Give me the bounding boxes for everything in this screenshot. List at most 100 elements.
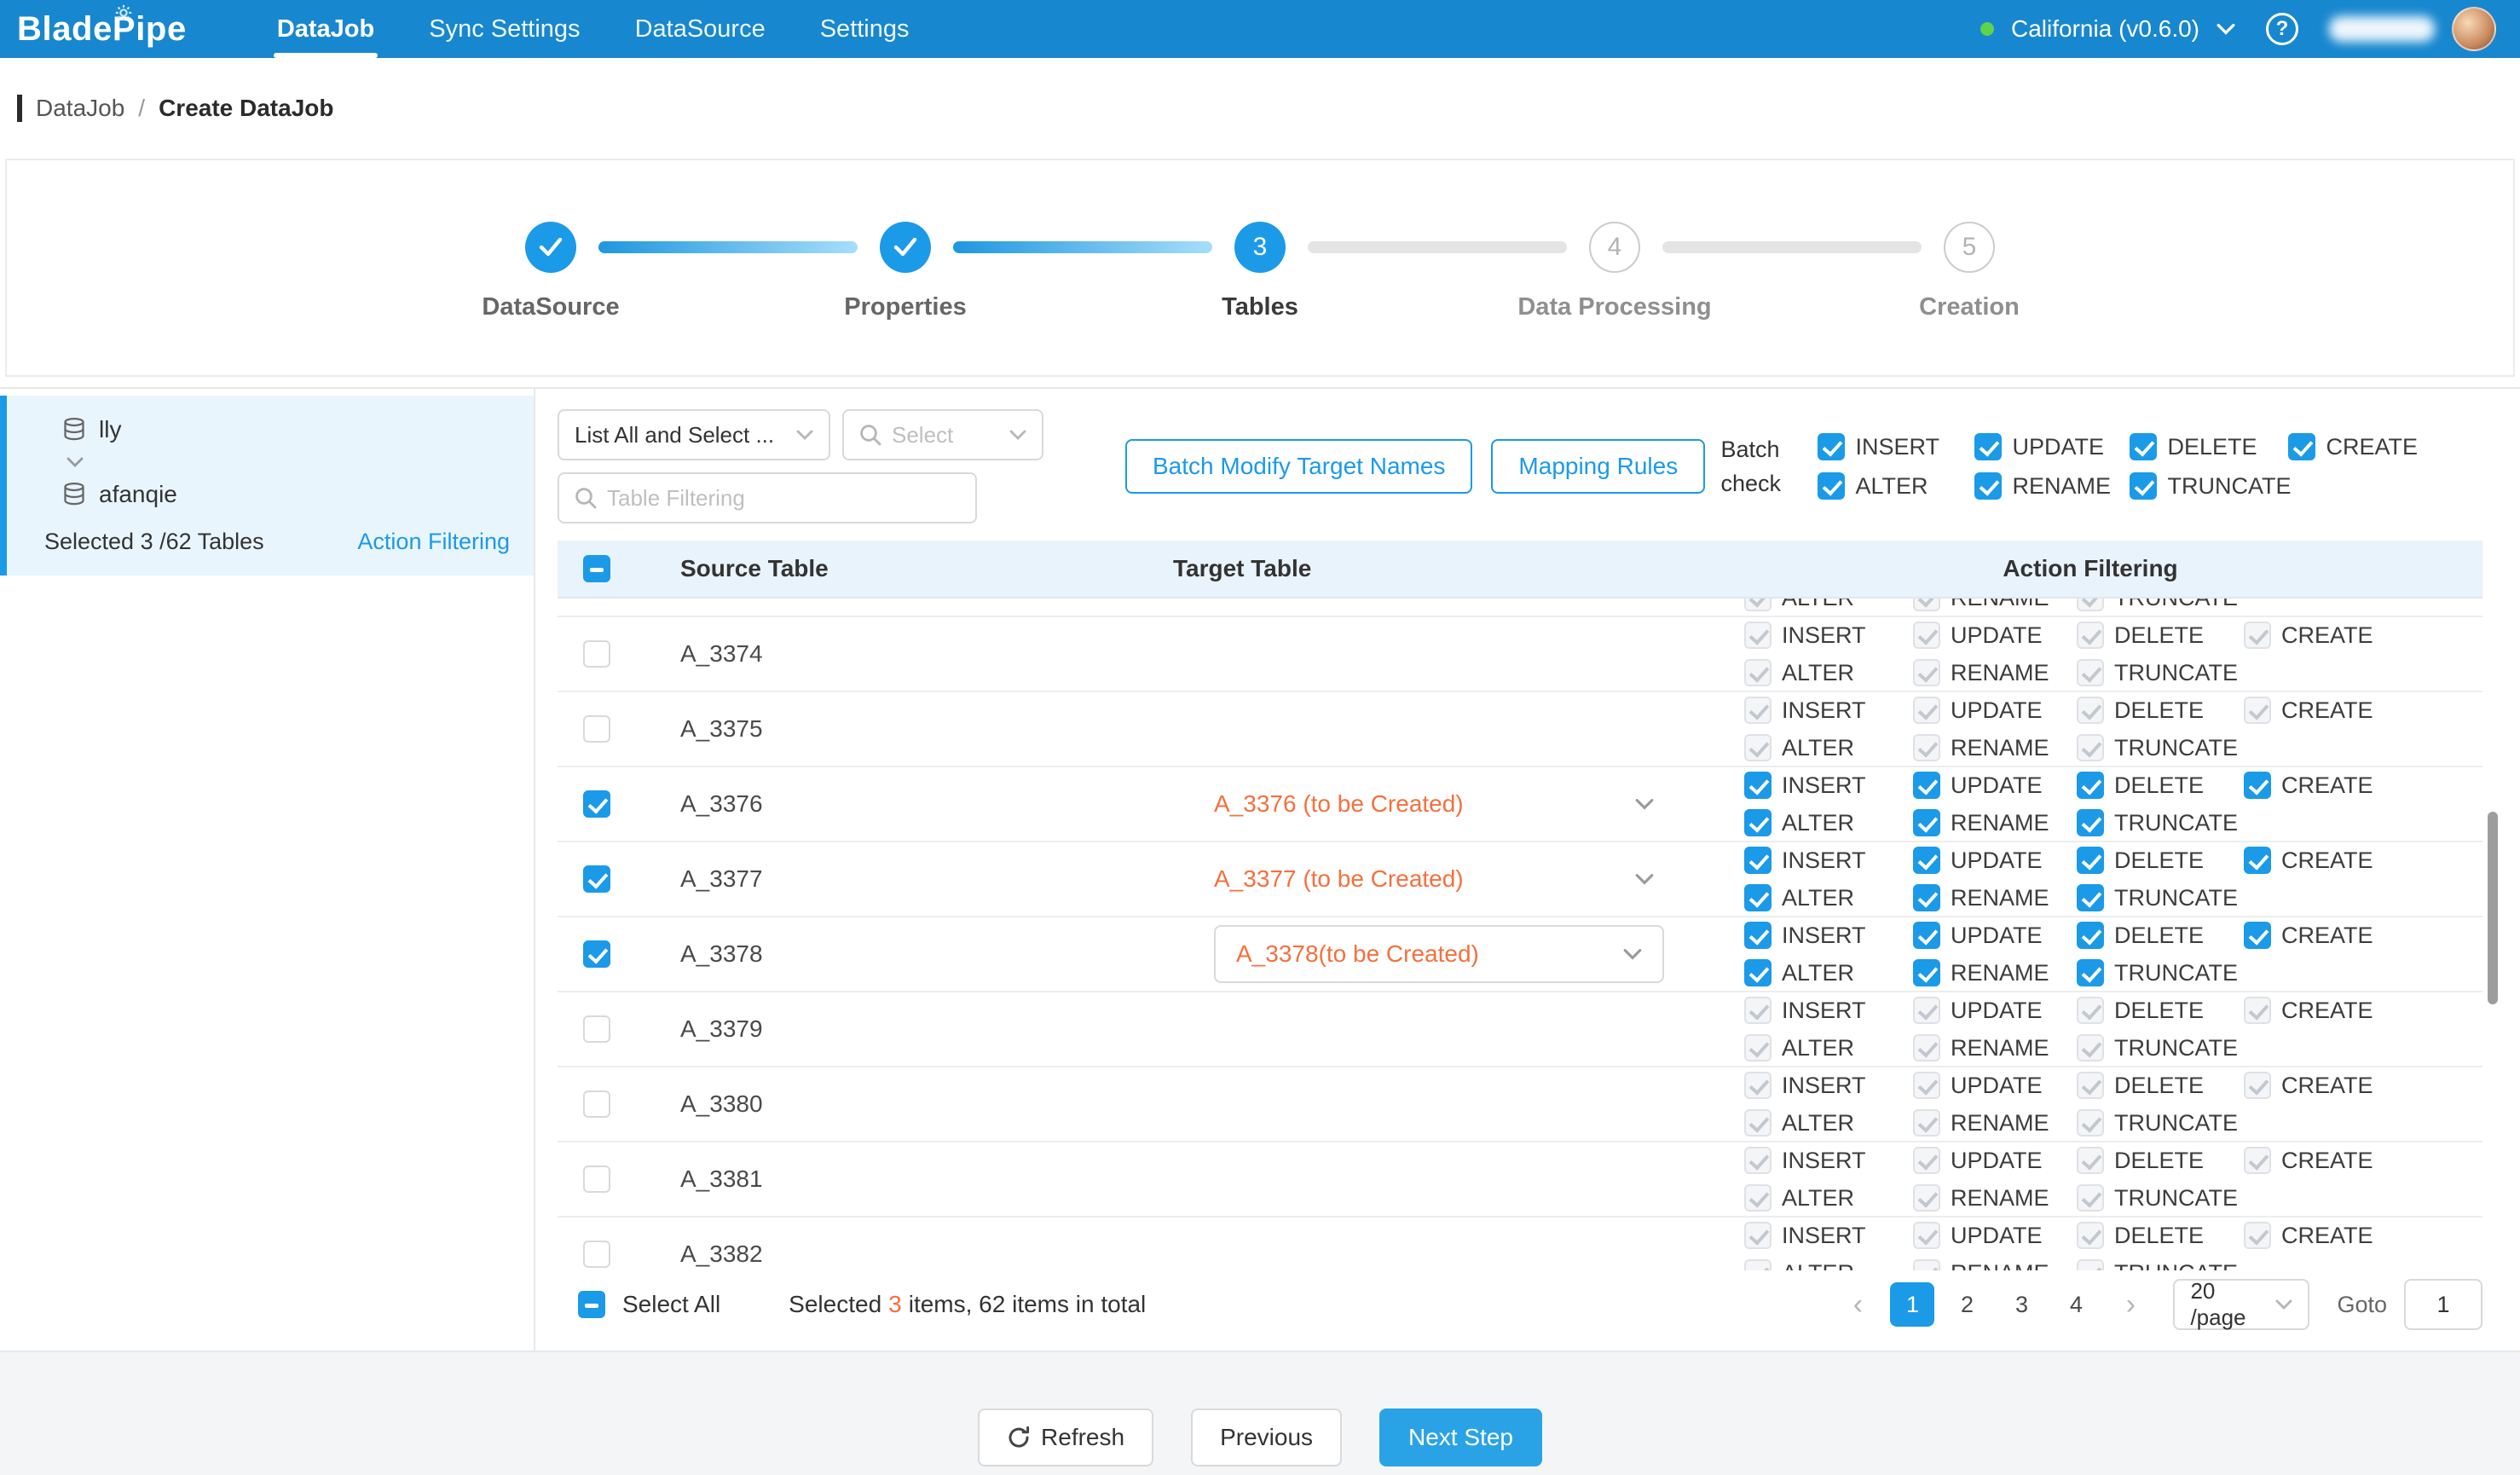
batch-checkbox-alter[interactable]: ALTER — [1818, 472, 1974, 500]
select-all-header-checkbox[interactable] — [583, 555, 610, 582]
action-checkbox[interactable] — [1744, 884, 1772, 911]
row-checkbox[interactable] — [583, 1166, 610, 1193]
batch-checkbox-delete[interactable]: DELETE — [2130, 433, 2288, 460]
checkbox-checked-icon[interactable] — [2130, 433, 2157, 460]
avatar[interactable] — [2452, 7, 2496, 51]
action-checkbox-rename: RENAME — [1913, 656, 2077, 690]
table-filter-input[interactable] — [607, 485, 960, 512]
source-table-name: A_3378 — [680, 940, 763, 968]
checkbox-label: UPDATE — [1951, 1073, 2043, 1099]
main-nav: DataJob Sync Settings DataSource Setting… — [255, 0, 932, 58]
batch-checkbox-update[interactable]: UPDATE — [1974, 433, 2130, 460]
mapping-rules-button[interactable]: Mapping Rules — [1491, 439, 1705, 494]
checkbox-label: INSERT — [1782, 697, 1866, 724]
action-checkbox[interactable] — [1913, 959, 1940, 986]
action-checkbox[interactable] — [1913, 772, 1940, 799]
action-checkbox[interactable] — [2077, 922, 2104, 949]
row-checkbox[interactable] — [583, 940, 610, 968]
row-checkbox[interactable] — [583, 865, 610, 893]
checkbox-checked-icon[interactable] — [1974, 433, 2002, 460]
database-icon — [61, 416, 87, 443]
action-checkbox[interactable] — [2077, 772, 2104, 799]
action-checkbox-insert: INSERT — [1744, 1068, 1913, 1102]
row-checkbox[interactable] — [583, 790, 610, 818]
row-checkbox[interactable] — [583, 640, 610, 668]
action-checkbox[interactable] — [1744, 772, 1772, 799]
batch-checkbox-create[interactable]: CREATE — [2288, 433, 2418, 460]
nav-item-datajob[interactable]: DataJob — [255, 0, 396, 58]
target-table-select[interactable]: A_3378(to be Created) — [1214, 925, 1664, 983]
step-label: DataSource — [482, 293, 619, 321]
checkbox-checked-icon[interactable] — [2288, 433, 2315, 460]
next-step-button[interactable]: Next Step — [1379, 1408, 1542, 1466]
target-table-name[interactable]: A_3378(to be Created) — [1236, 940, 1479, 968]
action-checkbox[interactable] — [2077, 809, 2104, 836]
action-checkbox[interactable] — [1913, 884, 1940, 911]
target-table-name[interactable]: A_3376 (to be Created) — [1214, 790, 1464, 818]
row-checkbox[interactable] — [583, 1090, 610, 1118]
checkbox-checked-icon[interactable] — [1818, 433, 1845, 460]
action-checkbox[interactable] — [1744, 959, 1772, 986]
page-button-4[interactable]: 4 — [2054, 1282, 2098, 1327]
target-table-name[interactable]: A_3377 (to be Created) — [1214, 865, 1464, 893]
nav-item-settings[interactable]: Settings — [798, 0, 932, 58]
database-pair-item[interactable]: lly afanqie Selected 3 /62 Tables Action… — [0, 396, 534, 576]
page-button-1[interactable]: 1 — [1890, 1282, 1934, 1327]
batch-modify-target-names-button[interactable]: Batch Modify Target Names — [1125, 439, 1472, 494]
action-checkbox[interactable] — [1913, 809, 1940, 836]
action-checkbox[interactable] — [1913, 847, 1940, 874]
row-checkbox[interactable] — [583, 715, 610, 743]
action-checkbox[interactable] — [2244, 772, 2271, 799]
action-checkbox-rename: RENAME — [1913, 956, 2077, 990]
help-icon[interactable]: ? — [2266, 13, 2298, 45]
checkbox-checked-icon[interactable] — [2130, 472, 2157, 500]
action-checkbox[interactable] — [2077, 847, 2104, 874]
action-checkbox[interactable] — [2244, 847, 2271, 874]
action-checkbox[interactable] — [2244, 922, 2271, 949]
action-filtering-link[interactable]: Action Filtering — [357, 529, 510, 555]
previous-button[interactable]: Previous — [1191, 1408, 1342, 1466]
batch-checkbox-rename[interactable]: RENAME — [1974, 472, 2130, 500]
column-header-target-table: Target Table — [1173, 555, 1698, 582]
page-button-3[interactable]: 3 — [1999, 1282, 2043, 1327]
step-datasource: DataSource — [525, 222, 576, 273]
nav-item-datasource[interactable]: DataSource — [613, 0, 788, 58]
brand-logo[interactable]: BladePipe — [17, 0, 187, 58]
page-size-select[interactable]: 20 /page — [2173, 1279, 2309, 1330]
prev-page-button[interactable]: ‹ — [1835, 1282, 1880, 1327]
checkbox-label: TRUNCATE — [2114, 810, 2238, 836]
target-table-cell: A_3377 (to be Created) — [1173, 865, 1698, 893]
action-checkbox — [1744, 1259, 1772, 1270]
action-checkbox[interactable] — [2077, 884, 2104, 911]
checkbox-checked-icon[interactable] — [1818, 472, 1845, 500]
page-button-2[interactable]: 2 — [1945, 1282, 1989, 1327]
action-checkbox[interactable] — [1913, 922, 1940, 949]
row-checkbox[interactable] — [583, 1241, 610, 1268]
action-checkbox[interactable] — [2077, 959, 2104, 986]
nav-item-sync-settings[interactable]: Sync Settings — [407, 0, 602, 58]
goto-page-input[interactable] — [2404, 1279, 2482, 1330]
chevron-down-icon[interactable] — [2217, 23, 2235, 35]
row-checkbox[interactable] — [583, 1015, 610, 1043]
next-page-button[interactable]: › — [2108, 1282, 2153, 1327]
target-table-select[interactable]: A_3377 (to be Created) — [1173, 865, 1698, 893]
checkbox-label: RENAME — [1951, 1260, 2049, 1271]
batch-checkbox-truncate[interactable]: TRUNCATE — [2130, 472, 2288, 500]
action-checkbox[interactable] — [1744, 809, 1772, 836]
region-version-selector[interactable]: California (v0.6.0) — [2011, 15, 2199, 43]
username-blurred[interactable] — [2329, 16, 2435, 42]
breadcrumb-section[interactable]: DataJob — [36, 95, 124, 122]
list-mode-select[interactable]: List All and Select ... — [558, 409, 830, 460]
action-checkbox-update: UPDATE — [1913, 993, 2077, 1027]
action-checkbox[interactable] — [1744, 922, 1772, 949]
batch-checkbox-insert[interactable]: INSERT — [1818, 433, 1974, 460]
refresh-button[interactable]: Refresh — [978, 1408, 1153, 1466]
secondary-select[interactable]: Select — [842, 409, 1043, 460]
target-table-select[interactable]: A_3376 (to be Created) — [1173, 790, 1698, 818]
select-all-footer-checkbox[interactable] — [578, 1291, 605, 1318]
action-checkbox[interactable] — [1744, 847, 1772, 874]
vertical-scrollbar-thumb[interactable] — [2488, 812, 2498, 1004]
next-step-button-label: Next Step — [1408, 1424, 1513, 1451]
checkbox-checked-icon[interactable] — [1974, 472, 2002, 500]
checkbox-label: ALTER — [1782, 810, 1854, 836]
